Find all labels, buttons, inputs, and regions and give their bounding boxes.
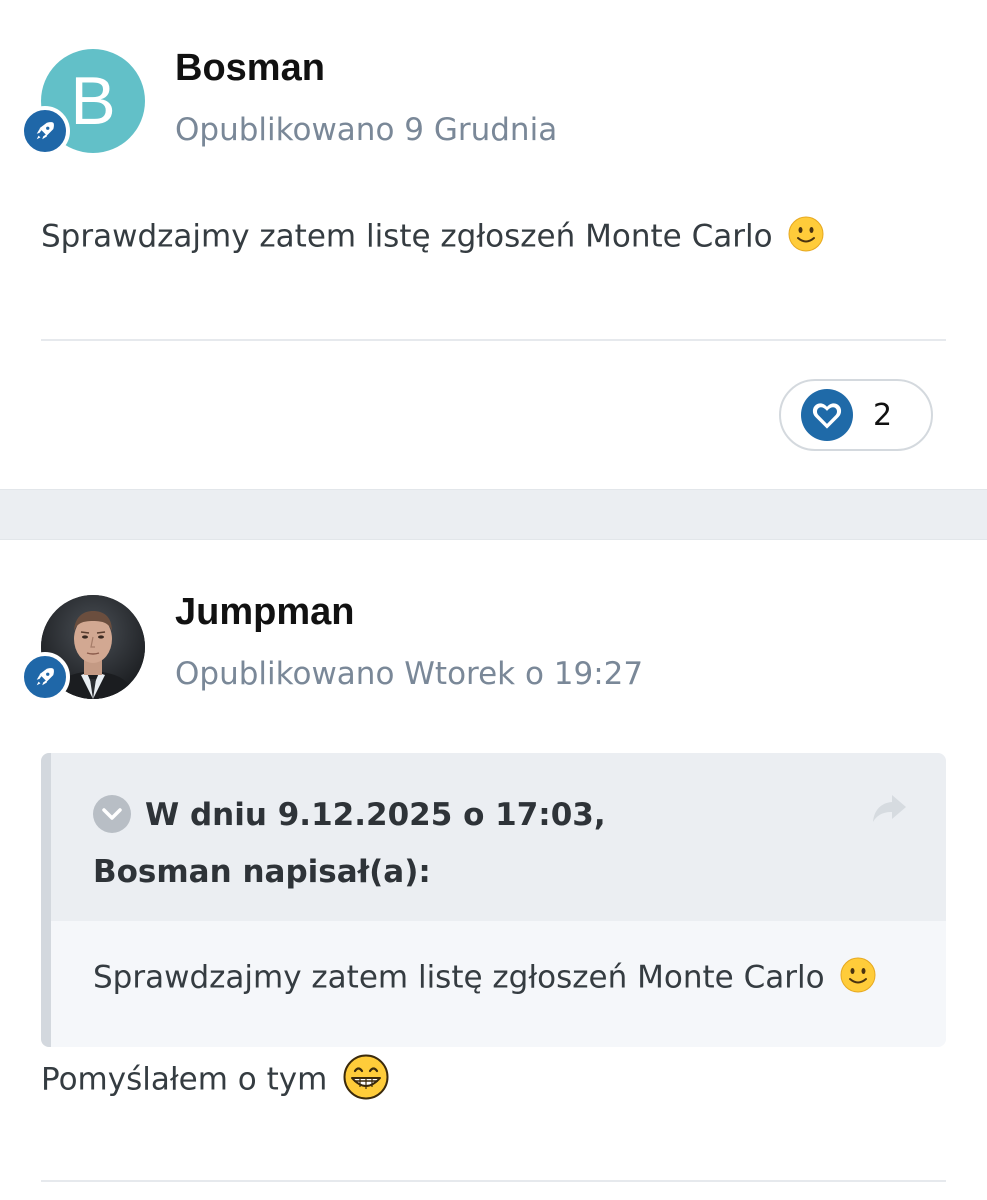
- slightly-smiling-face-emoji: [840, 957, 876, 1001]
- share-arrow-icon[interactable]: [872, 793, 908, 828]
- author-name[interactable]: Bosman: [175, 47, 325, 90]
- rocket-icon: [20, 106, 70, 156]
- chevron-down-icon[interactable]: [93, 794, 131, 833]
- post-content: Pomyślałem o tym: [41, 1054, 389, 1108]
- quote-block: W dniu 9.12.2025 o 17:03, Bosman napisał…: [41, 753, 946, 1047]
- grinning-face-emoji: [343, 1054, 389, 1108]
- heart-icon: [801, 389, 853, 441]
- quote-text: Sprawdzajmy zatem listę zgłoszeń Monte C…: [93, 959, 825, 996]
- quote-body: Sprawdzajmy zatem listę zgłoszeń Monte C…: [51, 921, 946, 1047]
- quote-title-text: W dniu 9.12.2025 o 17:03, Bosman napisał…: [93, 797, 606, 890]
- post-separator: [0, 489, 987, 540]
- post-text: Sprawdzajmy zatem listę zgłoszeń Monte C…: [41, 218, 773, 255]
- post-bosman: B Bosman Opublikowano 9 Grudnia Sprawdza…: [0, 0, 987, 489]
- quote-content: Sprawdzajmy zatem listę zgłoszeń Monte C…: [93, 957, 876, 1001]
- post-text: Pomyślałem o tym: [41, 1061, 328, 1098]
- reaction-count: 2: [873, 397, 893, 433]
- post-date[interactable]: Opublikowano 9 Grudnia: [175, 112, 557, 148]
- quote-citation: W dniu 9.12.2025 o 17:03, Bosman napisał…: [93, 787, 733, 901]
- reaction-button[interactable]: 2: [779, 379, 933, 451]
- author-name[interactable]: Jumpman: [175, 591, 354, 634]
- rocket-icon: [20, 652, 70, 702]
- post-content: Sprawdzajmy zatem listę zgłoszeń Monte C…: [41, 216, 824, 260]
- slightly-smiling-face-emoji: [788, 216, 824, 260]
- quote-header[interactable]: W dniu 9.12.2025 o 17:03, Bosman napisał…: [51, 753, 946, 921]
- post-divider: [41, 339, 946, 341]
- post-divider: [41, 1180, 946, 1182]
- avatar-letter: B: [70, 63, 116, 139]
- post-date[interactable]: Opublikowano Wtorek o 19:27: [175, 656, 643, 692]
